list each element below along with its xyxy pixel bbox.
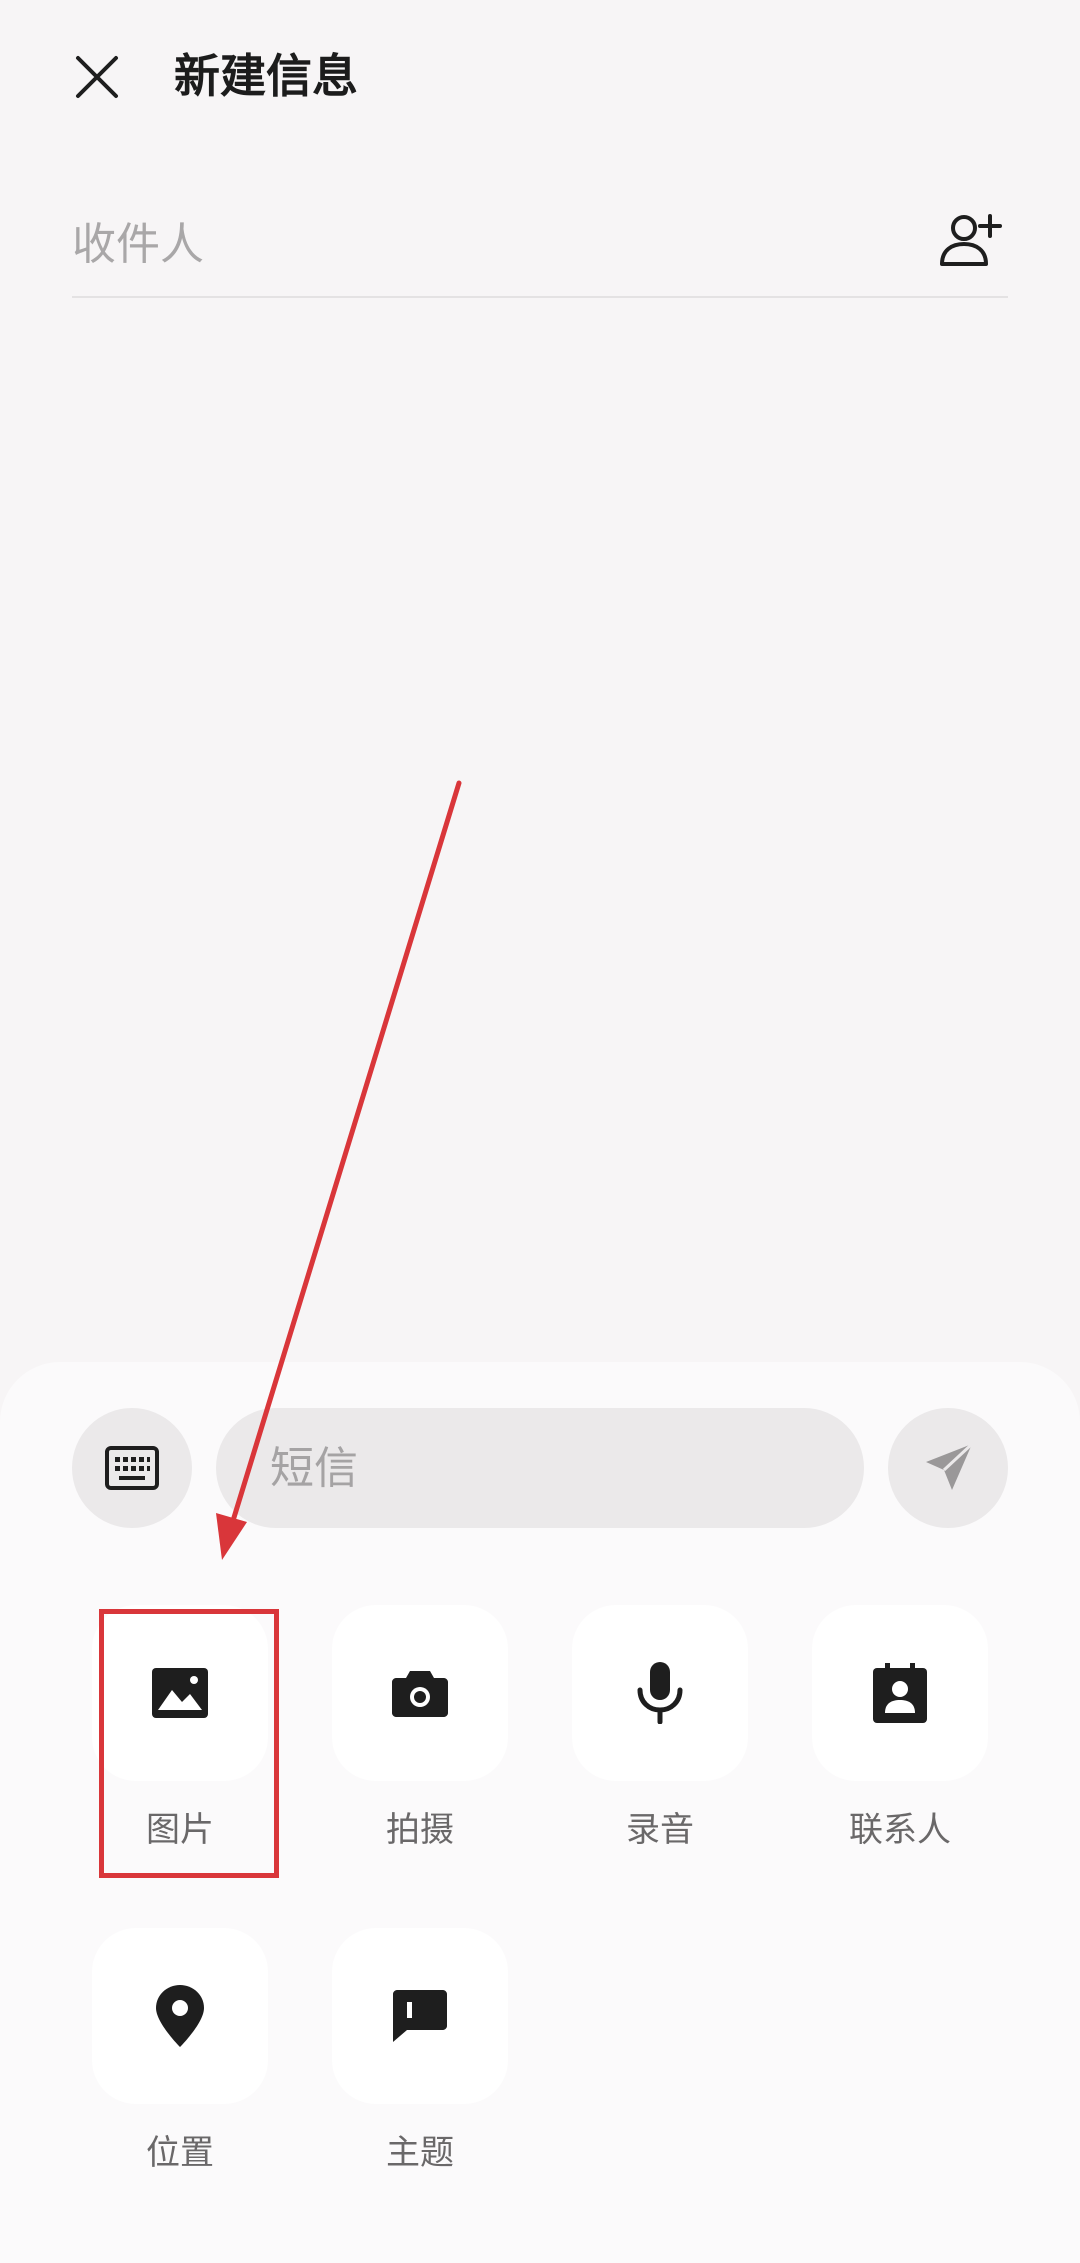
attach-label: 位置 — [146, 2133, 214, 2173]
location-pin-icon — [156, 1985, 204, 2047]
annotation-highlight-box — [99, 1609, 279, 1878]
add-contact-icon — [940, 214, 1002, 266]
camera-icon — [392, 1671, 448, 1717]
attach-camera-button[interactable]: 拍摄 — [332, 1605, 508, 1853]
attach-tile — [332, 1928, 508, 2104]
attach-tile — [332, 1605, 508, 1781]
attach-subject-button[interactable]: 主题 — [332, 1928, 508, 2176]
close-button[interactable] — [62, 42, 132, 112]
new-message-screen: 新建信息 收件人 短信 图片 拍摄 录音 联系人 位置 主题 — [0, 0, 1080, 2263]
attach-contact-button[interactable]: 联系人 — [812, 1605, 988, 1853]
attach-voice-button[interactable]: 录音 — [572, 1605, 748, 1853]
attach-tile — [572, 1605, 748, 1781]
recipient-row — [72, 190, 1008, 298]
close-icon — [76, 56, 118, 98]
recipient-input[interactable] — [72, 204, 892, 284]
header: 新建信息 — [0, 0, 1080, 160]
attach-label: 拍摄 — [386, 1810, 454, 1850]
attach-tile — [92, 1928, 268, 2104]
subject-icon — [393, 1990, 447, 2042]
contact-card-icon — [873, 1663, 927, 1723]
page-title: 新建信息 — [174, 49, 358, 103]
attach-label: 联系人 — [849, 1810, 951, 1850]
attach-location-button[interactable]: 位置 — [92, 1928, 268, 2176]
attach-label: 主题 — [386, 2133, 454, 2173]
attach-tile — [812, 1605, 988, 1781]
microphone-icon — [637, 1662, 683, 1724]
add-contact-button[interactable] — [932, 202, 1008, 278]
attach-label: 录音 — [626, 1810, 694, 1850]
